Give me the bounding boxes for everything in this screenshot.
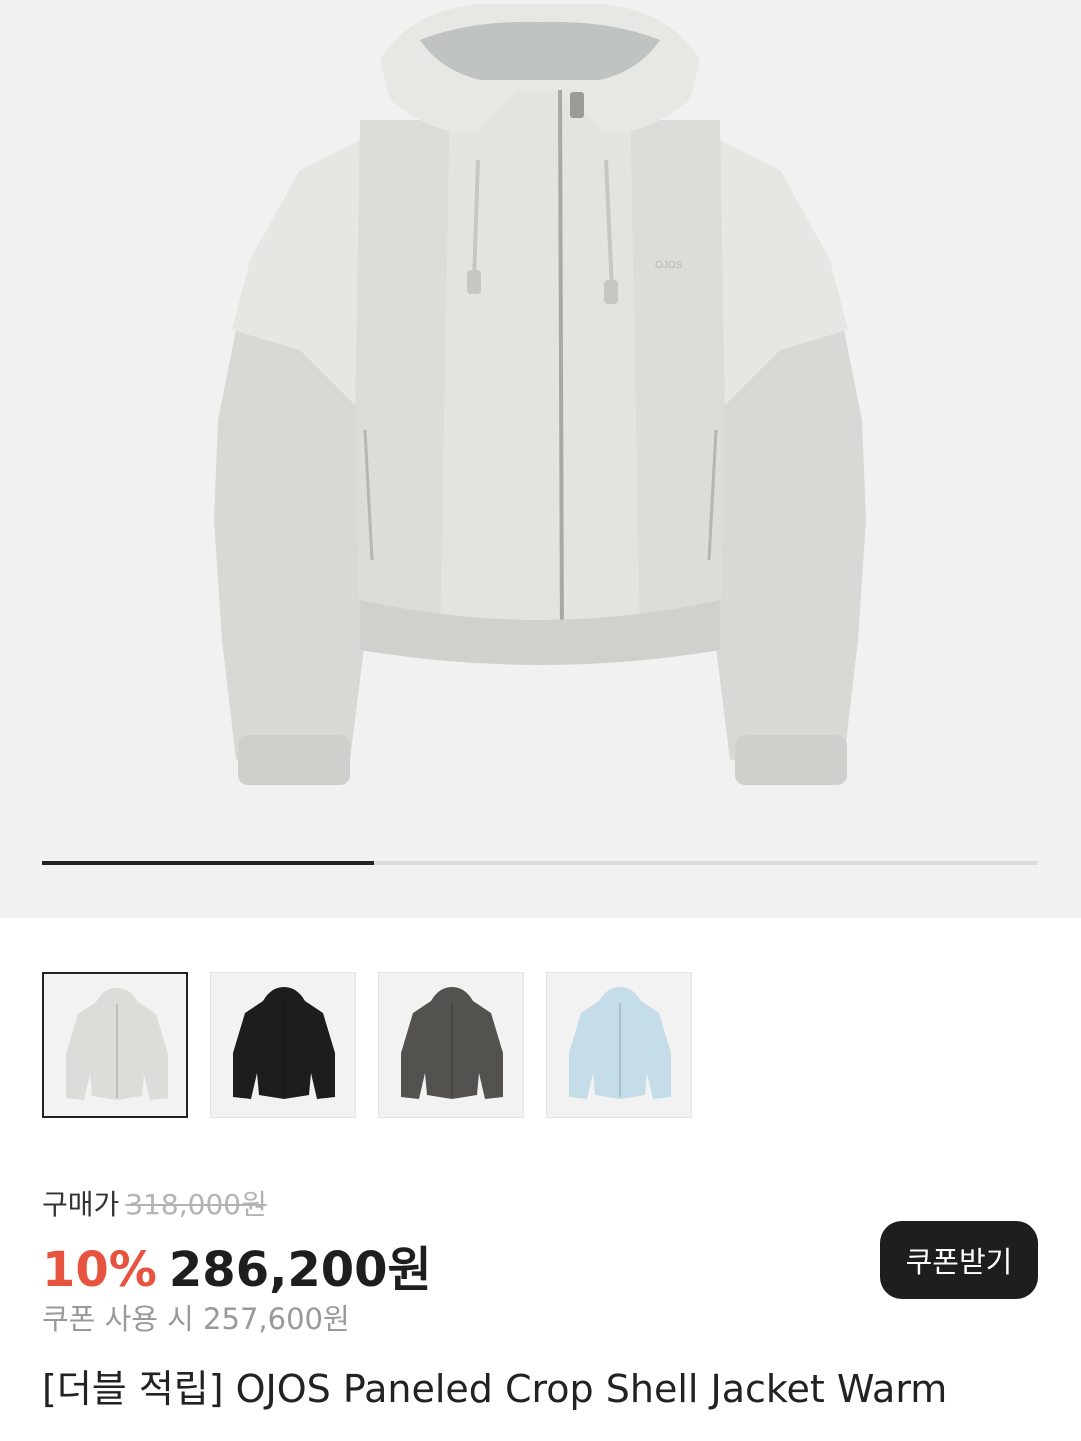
color-thumbnail[interactable] [210, 972, 356, 1118]
coupon-price: 쿠폰 사용 시 257,600원 [42, 1302, 350, 1336]
color-thumbnail[interactable] [546, 972, 692, 1118]
gallery-progress-track [42, 861, 1038, 865]
sale-price: 286,200원 [168, 1242, 432, 1298]
price-label-row: 구매가 318,000원 [42, 1183, 267, 1223]
color-thumbnail[interactable] [378, 972, 524, 1118]
main-product-image[interactable]: OJOS [0, 0, 1081, 918]
product-title: [더블 적립] OJOS Paneled Crop Shell Jacket W… [42, 1367, 948, 1411]
get-coupon-button[interactable]: 쿠폰받기 [880, 1221, 1038, 1299]
sale-price-row: 10% 286,200원 [42, 1230, 432, 1300]
svg-text:OJOS: OJOS [655, 260, 683, 271]
price-label: 구매가 [42, 1188, 120, 1221]
discount-rate: 10% [42, 1242, 157, 1298]
jacket-thumbnail-image [66, 988, 168, 1100]
jacket-thumbnail-image [401, 987, 503, 1099]
original-price: 318,000원 [125, 1188, 267, 1221]
color-thumbnail[interactable] [42, 972, 188, 1118]
gallery-progress-fill [42, 861, 374, 865]
jacket-thumbnail-image [233, 987, 335, 1099]
product-image-gallery[interactable]: OJOS [0, 0, 1081, 918]
jacket-thumbnail-image [569, 987, 671, 1099]
